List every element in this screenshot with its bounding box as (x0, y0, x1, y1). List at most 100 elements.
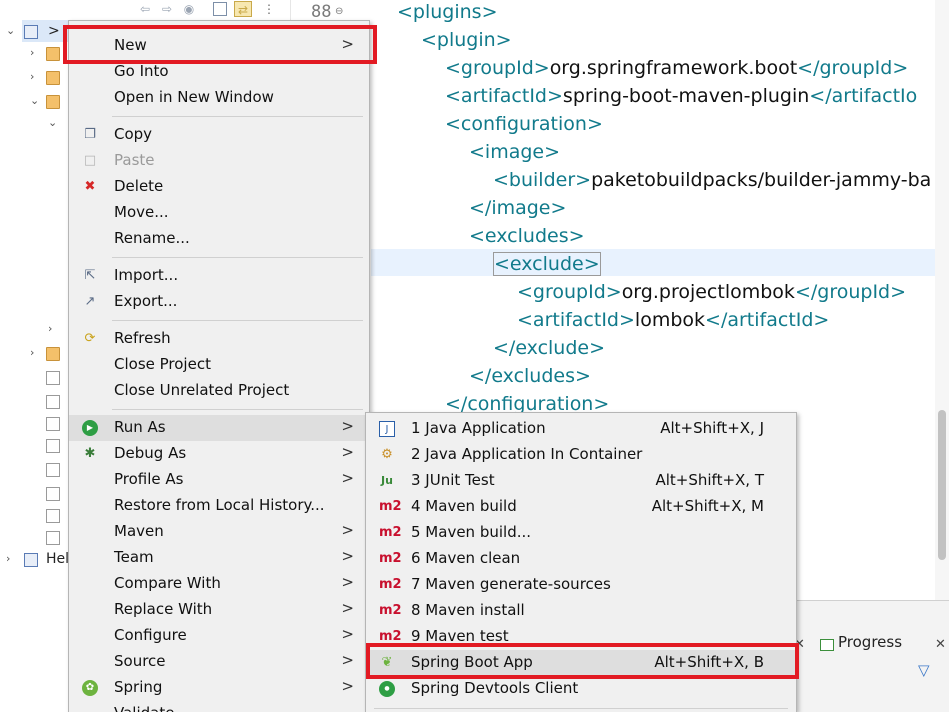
chevron-right-icon[interactable]: › (30, 346, 42, 359)
code-line[interactable]: <builder>paketobuildpacks/builder-jammy-… (493, 166, 931, 194)
menu-item-delete[interactable]: ✖ Delete (69, 174, 369, 200)
tree-row[interactable]: › (30, 344, 68, 364)
chevron-right-icon[interactable]: › (48, 322, 60, 335)
run-as-item-8-maven-install[interactable]: m2 8 Maven install (366, 598, 796, 624)
menu-item-compare-with[interactable]: Compare With > (69, 571, 369, 597)
file-icon (46, 463, 60, 477)
java-app-icon: J (379, 421, 395, 437)
collapse-all-icon[interactable] (213, 2, 227, 16)
up-icon[interactable]: ◉ (180, 1, 198, 17)
menu-item-close-project[interactable]: Close Project (69, 352, 369, 378)
tree-row[interactable]: › (30, 68, 68, 88)
blank-icon (82, 383, 98, 399)
menu-item-open-in-new-window[interactable]: Open in New Window (69, 85, 369, 111)
blank-icon (82, 602, 98, 618)
vertical-scrollbar[interactable] (935, 0, 949, 600)
run-as-item-3-junit-test[interactable]: Ju 3 JUnit Test Alt+Shift+X, T (366, 468, 796, 494)
view-menu-icon[interactable]: ⋮ (260, 1, 278, 17)
code-line[interactable]: <groupId>org.springframework.boot</group… (445, 54, 908, 82)
menu-item-configure[interactable]: Configure > (69, 623, 369, 649)
chevron-down-icon[interactable]: ⌄ (30, 94, 42, 107)
tree-row[interactable]: › (48, 320, 68, 340)
run-as-item-spring-devtools-client[interactable]: ● Spring Devtools Client (366, 676, 796, 702)
back-arrow-icon[interactable]: ⇦ (136, 1, 154, 17)
menu-item-label: 4 Maven build (411, 497, 517, 515)
menu-item-restore-from-local-history[interactable]: Restore from Local History... (69, 493, 369, 519)
filter-icon[interactable]: ▽ (918, 661, 930, 679)
code-line[interactable]: </exclude> (493, 334, 605, 362)
run-as-item-6-maven-clean[interactable]: m2 6 Maven clean (366, 546, 796, 572)
chevron-right-icon[interactable]: › (30, 70, 42, 83)
tree-row[interactable] (46, 368, 68, 388)
tree-row[interactable]: ⌄ (30, 92, 68, 112)
expand-chevron-icon[interactable]: ⌄ (6, 24, 18, 37)
close-view-icon[interactable]: ✕ (935, 637, 946, 652)
menu-item-label: Configure (114, 626, 187, 644)
menu-item-debug-as[interactable]: ✱ Debug As > (69, 441, 369, 467)
code-line[interactable]: </excludes> (469, 362, 591, 390)
folder-icon (46, 71, 60, 85)
blank-icon (82, 205, 98, 221)
code-line[interactable]: </image> (469, 194, 566, 222)
code-line[interactable]: <artifactId>spring-boot-maven-plugin</ar… (445, 82, 917, 110)
menu-item-maven[interactable]: Maven > (69, 519, 369, 545)
menu-item-profile-as[interactable]: Profile As > (69, 467, 369, 493)
code-line[interactable]: <image> (469, 138, 560, 166)
tree-row[interactable] (46, 506, 68, 526)
menu-item-label: Maven (114, 522, 164, 540)
blank-icon (82, 498, 98, 514)
menu-item-label: Team (114, 548, 154, 566)
tree-row[interactable] (46, 484, 68, 504)
code-line[interactable]: <exclude> (493, 250, 601, 278)
xml-tag: <image> (469, 141, 561, 163)
tree-row[interactable] (46, 528, 68, 548)
menu-item-refresh[interactable]: ⟳ Refresh (69, 326, 369, 352)
code-line[interactable]: <plugins> (397, 0, 498, 26)
menu-item-label: 1 Java Application (411, 419, 546, 437)
menu-item-validate[interactable]: Validate (69, 701, 369, 712)
tab-progress[interactable]: Progress (838, 633, 902, 651)
run-as-item-5-maven-build[interactable]: m2 5 Maven build... (366, 520, 796, 546)
code-line[interactable]: <excludes> (469, 222, 585, 250)
tree-row[interactable]: ⌄ (48, 114, 68, 134)
menu-item-label: 8 Maven install (411, 601, 525, 619)
menu-item-move[interactable]: Move... (69, 200, 369, 226)
code-line[interactable]: <plugin> (421, 26, 512, 54)
chevron-right-icon[interactable]: › (30, 46, 42, 59)
menu-item-replace-with[interactable]: Replace With > (69, 597, 369, 623)
menu-item-run-as[interactable]: ▶ Run As > (69, 415, 369, 441)
run-as-item-1-java-application[interactable]: J 1 Java Application Alt+Shift+X, J (366, 416, 796, 442)
scrollbar-thumb[interactable] (938, 410, 946, 560)
tree-row[interactable] (46, 460, 68, 480)
xml-text: lombok (634, 309, 706, 331)
menu-item-label: Close Unrelated Project (114, 381, 290, 399)
menu-item-label: Close Project (114, 355, 211, 373)
menu-item-export[interactable]: ↗ Export... (69, 289, 369, 315)
code-line[interactable]: <configuration> (445, 110, 603, 138)
fold-icon[interactable]: ⊖ (335, 6, 343, 17)
new-highlight-box (63, 25, 377, 64)
code-line[interactable]: <artifactId>lombok</artifactId> (517, 306, 829, 334)
tree-row[interactable] (46, 414, 68, 434)
chevron-right-icon[interactable]: › (6, 552, 18, 565)
run-as-item-4-maven-build[interactable]: m2 4 Maven build Alt+Shift+X, M (366, 494, 796, 520)
menu-item-label: 5 Maven build... (411, 523, 532, 541)
run-as-item-7-maven-generate-sources[interactable]: m2 7 Maven generate-sources (366, 572, 796, 598)
menu-item-spring[interactable]: ✿ Spring > (69, 675, 369, 701)
menu-item-source[interactable]: Source > (69, 649, 369, 675)
menu-item-import[interactable]: ⇱ Import... (69, 263, 369, 289)
code-line[interactable]: <groupId>org.projectlombok</groupId> (517, 278, 906, 306)
menu-item-close-unrelated-project[interactable]: Close Unrelated Project (69, 378, 369, 404)
menu-item-team[interactable]: Team > (69, 545, 369, 571)
chevron-down-icon[interactable]: ⌄ (48, 116, 60, 129)
paste-icon: □ (83, 153, 97, 168)
menu-item-copy[interactable]: ❐ Copy (69, 122, 369, 148)
menu-item-rename[interactable]: Rename... (69, 226, 369, 252)
tree-row[interactable] (46, 392, 68, 412)
tree-row[interactable] (46, 436, 68, 456)
xml-tag: <plugins> (397, 1, 498, 23)
run-as-item-2-java-application-in-container[interactable]: ⚙ 2 Java Application In Container (366, 442, 796, 468)
link-with-editor-icon[interactable]: ⇄ (234, 1, 252, 17)
forward-arrow-icon[interactable]: ⇨ (158, 1, 176, 17)
tree-row-help[interactable]: › Hel (6, 550, 69, 570)
